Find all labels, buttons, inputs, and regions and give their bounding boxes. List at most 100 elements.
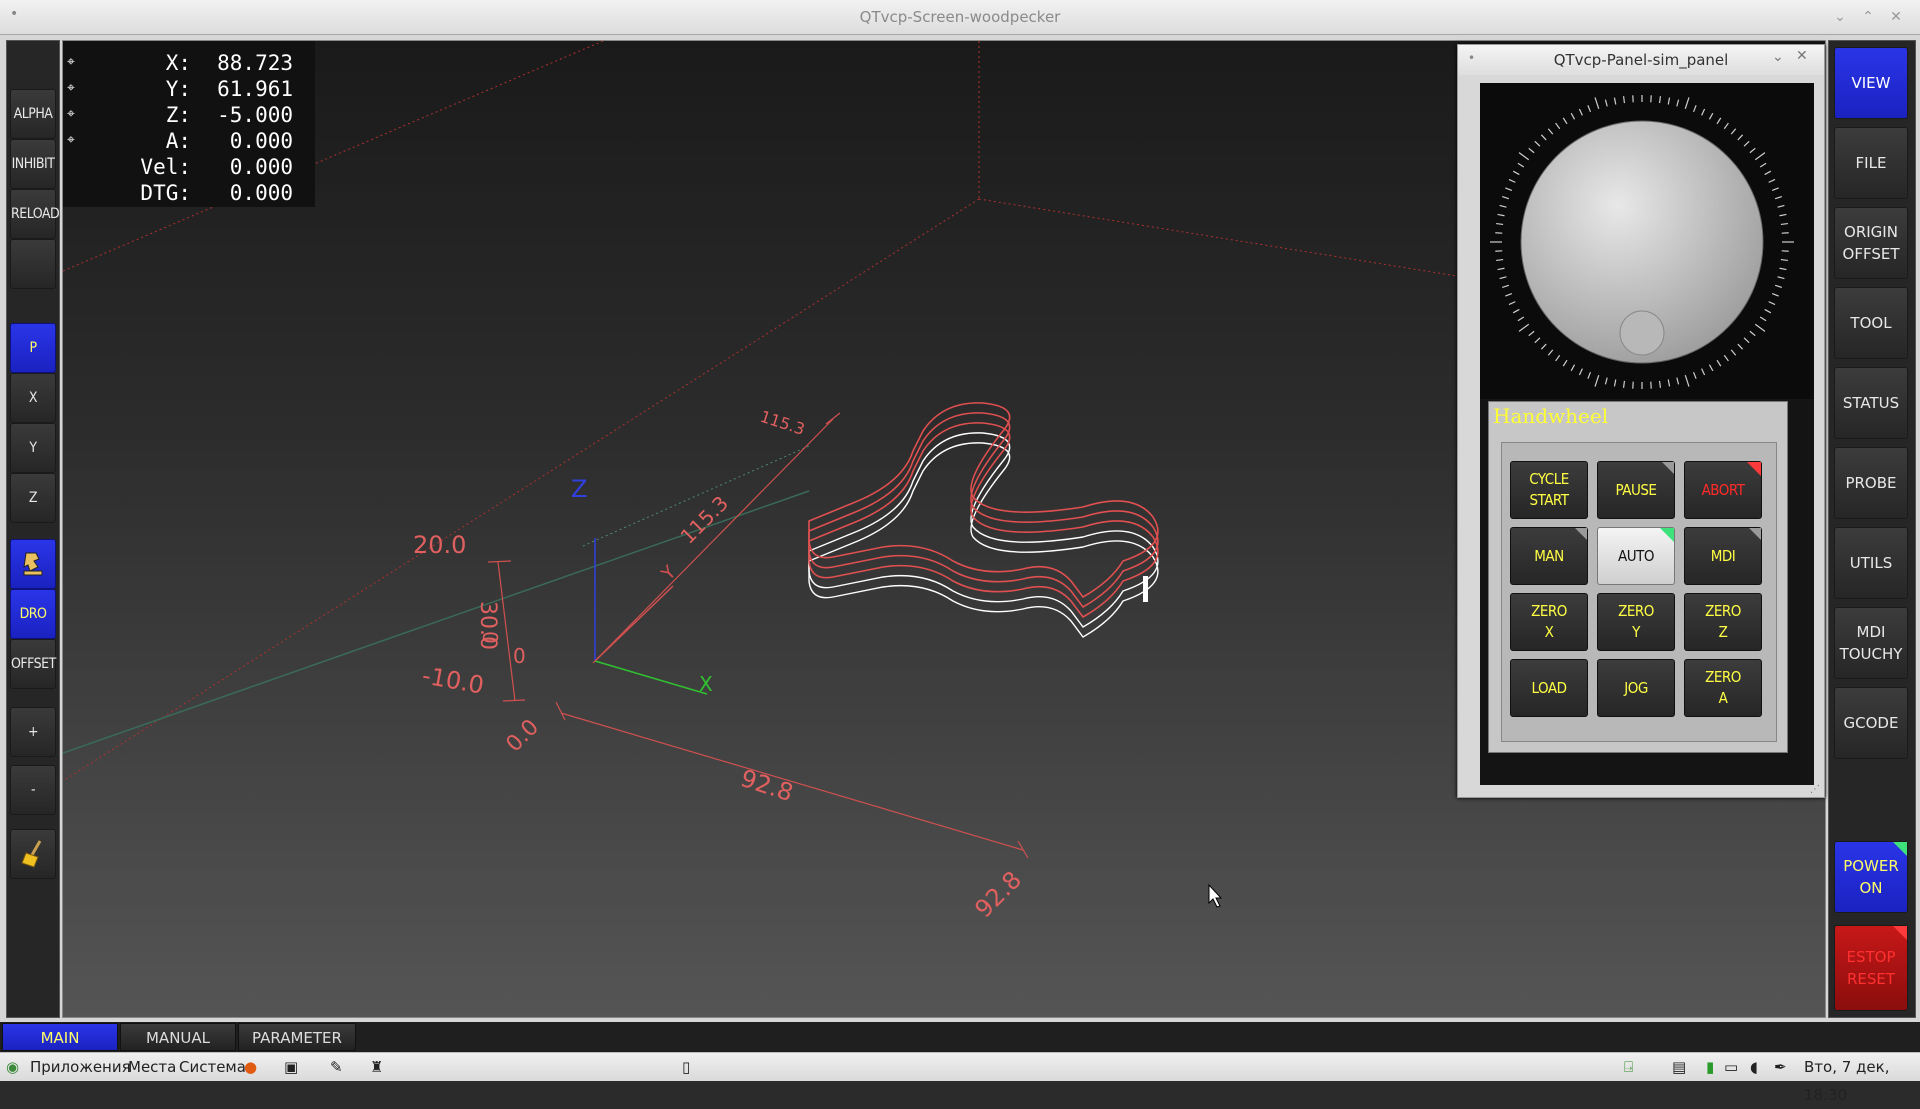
- window-list-icon[interactable]: ▯: [682, 1053, 690, 1081]
- probe-button[interactable]: PROBE: [1834, 447, 1908, 519]
- dial-tick: [1563, 118, 1567, 124]
- minimize-icon[interactable]: ⌄: [1830, 7, 1850, 27]
- gcode-button[interactable]: GCODE: [1834, 687, 1908, 759]
- exit-icon[interactable]: ⍈: [1624, 1053, 1633, 1081]
- dial-tick: [1556, 355, 1560, 361]
- dim-label: 20.0: [413, 531, 466, 559]
- alpha-button[interactable]: ALPHA: [10, 89, 56, 139]
- utils-button[interactable]: UTILS: [1834, 527, 1908, 599]
- jog-button[interactable]: JOG: [1597, 659, 1675, 717]
- manual-mode-button[interactable]: MAN: [1510, 527, 1588, 585]
- handwheel-dial[interactable]: [1480, 83, 1814, 399]
- dial-tick: [1595, 97, 1599, 108]
- power-on-button[interactable]: POWER ON: [1834, 841, 1908, 913]
- inhibit-button[interactable]: INHIBIT: [10, 139, 56, 189]
- clear-plot-button[interactable]: [10, 829, 56, 879]
- offset-button[interactable]: OFFSET: [10, 639, 56, 689]
- home-icon: ⌖: [67, 54, 75, 70]
- terminal-icon[interactable]: ▣: [284, 1053, 298, 1081]
- abort-button[interactable]: ABORT: [1684, 461, 1762, 519]
- tool-button[interactable]: TOOL: [1834, 287, 1908, 359]
- dial-tick: [1717, 360, 1721, 366]
- dro-value: 88.723: [217, 51, 293, 75]
- pen-icon[interactable]: ✒: [1774, 1053, 1787, 1081]
- tab-manual[interactable]: MANUAL: [120, 1023, 236, 1051]
- reload-button[interactable]: RELOAD: [10, 189, 56, 239]
- apps-menu[interactable]: Приложения: [30, 1053, 131, 1081]
- pause-label: PAUSE: [1616, 480, 1657, 501]
- dro-row-vel: Vel: 0.000: [63, 155, 315, 181]
- text-editor-icon[interactable]: ✎: [330, 1053, 343, 1081]
- dro-row-dtg: DTG: 0.000: [63, 181, 315, 207]
- zero-y-button[interactable]: ZERO Y: [1597, 593, 1675, 651]
- dial-tick: [1498, 214, 1505, 215]
- keyboard-layout-icon[interactable]: ▤: [1672, 1053, 1686, 1081]
- panel-body: Handwheel CYCLE START PAUSE ABORT MAN AU…: [1480, 83, 1814, 785]
- volume-icon[interactable]: ◖: [1750, 1053, 1758, 1081]
- dial-tick: [1496, 224, 1503, 225]
- system-menu[interactable]: Система: [179, 1053, 246, 1081]
- dim-label: 92.8: [737, 764, 796, 807]
- dial-tick: [1579, 109, 1582, 115]
- dial-tick: [1677, 100, 1679, 107]
- tab-parameter[interactable]: PARAMETER: [238, 1023, 356, 1051]
- apps-menu-icon[interactable]: ◉: [6, 1053, 19, 1081]
- zoom-in-button[interactable]: +: [10, 707, 56, 757]
- file-button[interactable]: FILE: [1834, 127, 1908, 199]
- estop-reset-button[interactable]: ESTOP RESET: [1834, 925, 1908, 1011]
- zero-z-button[interactable]: ZERO Z: [1684, 593, 1762, 651]
- firefox-icon[interactable]: ●: [244, 1053, 257, 1081]
- blank-button[interactable]: [10, 239, 56, 289]
- pause-button[interactable]: PAUSE: [1597, 461, 1675, 519]
- view-p-button[interactable]: P: [10, 323, 56, 373]
- view-y-button[interactable]: Y: [10, 423, 56, 473]
- dial-tick: [1614, 380, 1615, 387]
- power-label: POWER ON: [1843, 855, 1899, 899]
- dro-toggle-button[interactable]: DRO: [10, 589, 56, 639]
- dro-value: 0.000: [230, 181, 293, 205]
- dial-tick: [1731, 350, 1735, 355]
- view-z-button[interactable]: Z: [10, 473, 56, 523]
- places-menu[interactable]: Места: [128, 1053, 176, 1081]
- dial-tick: [1781, 224, 1788, 225]
- dial-tick: [1694, 372, 1697, 379]
- mdi-touchy-button[interactable]: MDI TOUCHY: [1834, 607, 1908, 679]
- dial-tick: [1660, 381, 1661, 388]
- dial-tick: [1588, 105, 1591, 112]
- handwheel-grip[interactable]: [1620, 311, 1664, 355]
- maximize-icon[interactable]: ⌃: [1858, 7, 1878, 27]
- zoom-out-button[interactable]: -: [10, 765, 56, 815]
- panel-minimize-icon[interactable]: ⌄: [1772, 49, 1784, 65]
- dro-label: X:: [166, 51, 191, 75]
- home-icon: ⌖: [67, 132, 75, 148]
- close-icon[interactable]: ✕: [1886, 7, 1906, 27]
- sim-panel-window[interactable]: QTvcp-Panel-sim_panel • ⌄ ✕ Handwheel CY…: [1457, 44, 1825, 798]
- zero-a-button[interactable]: ZERO A: [1684, 659, 1762, 717]
- origin-offset-button[interactable]: ORIGIN OFFSET: [1834, 207, 1908, 279]
- clock[interactable]: Вто, 7 дек, 18:30: [1804, 1053, 1920, 1109]
- auto-mode-button[interactable]: AUTO: [1597, 527, 1675, 585]
- dro-label: DTG:: [140, 181, 191, 205]
- dial-tick: [1755, 324, 1765, 331]
- status-button[interactable]: STATUS: [1834, 367, 1908, 439]
- panel-menu-icon[interactable]: •: [1468, 51, 1475, 65]
- view-button[interactable]: VIEW: [1834, 47, 1908, 119]
- panel-title[interactable]: QTvcp-Panel-sim_panel: [1458, 45, 1824, 75]
- network-icon[interactable]: ▭: [1724, 1053, 1738, 1081]
- tab-main[interactable]: MAIN: [2, 1023, 118, 1051]
- zero-x-button[interactable]: ZERO X: [1510, 593, 1588, 651]
- load-button[interactable]: LOAD: [1510, 659, 1588, 717]
- mdi-mode-button[interactable]: MDI: [1684, 527, 1762, 585]
- dial-tick: [1731, 129, 1735, 134]
- cycle-start-button[interactable]: CYCLE START: [1510, 461, 1588, 519]
- dial-tick: [1702, 109, 1705, 115]
- home-icon: ⌖: [67, 80, 75, 96]
- toolpath-contours: [809, 403, 1158, 637]
- linuxcnc-icon[interactable]: ♜: [370, 1053, 383, 1081]
- resize-grip-icon[interactable]: ⋰: [1810, 784, 1820, 795]
- tool-view-button[interactable]: [10, 539, 56, 589]
- handwheel-graphic[interactable]: [1480, 83, 1814, 399]
- panel-close-icon[interactable]: ✕: [1796, 48, 1808, 64]
- dial-tick: [1535, 338, 1540, 343]
- view-x-button[interactable]: X: [10, 373, 56, 423]
